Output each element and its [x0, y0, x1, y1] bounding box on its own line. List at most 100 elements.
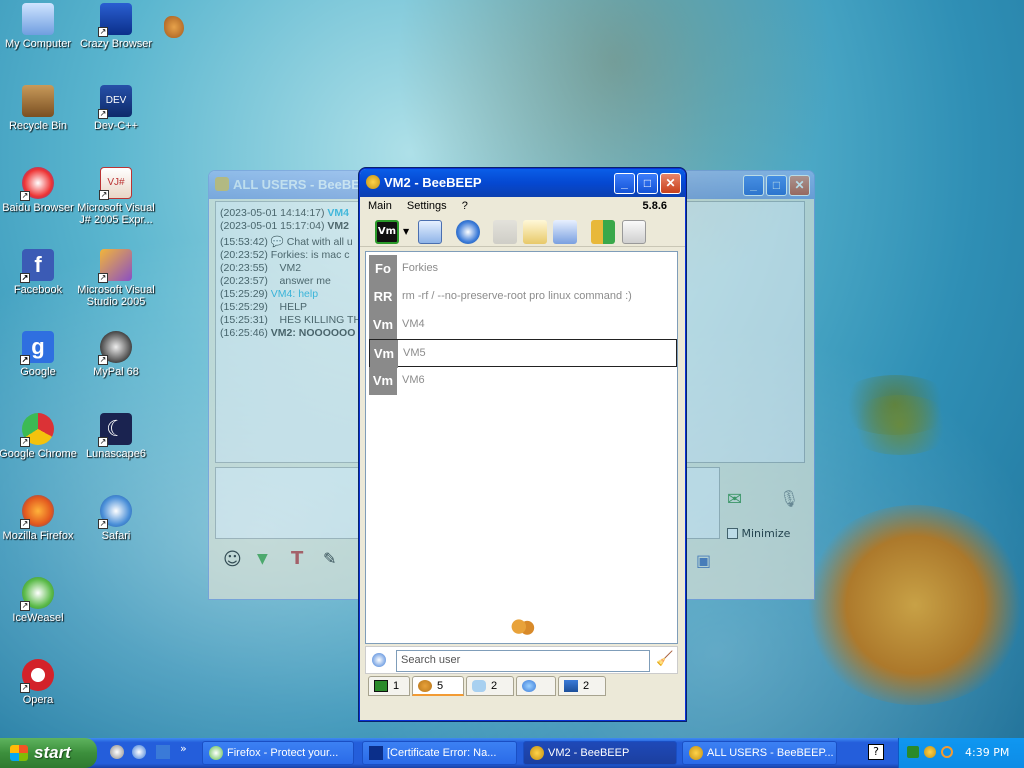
user-name: Forkies [402, 262, 439, 274]
wallpaper-starfish [845, 395, 955, 455]
compose-icon[interactable] [523, 220, 547, 244]
menu-help[interactable]: ? [462, 200, 468, 212]
tray-network-icon[interactable] [907, 746, 919, 758]
avatar: Vm [369, 367, 397, 395]
avatar: Vm [370, 340, 398, 368]
firefox-icon: ↗ [20, 495, 54, 529]
chrome-icon: ↗ [20, 413, 54, 447]
version-label: 5.8.6 [642, 200, 667, 212]
tab-monitor[interactable]: 1 [368, 676, 410, 696]
desktop-icon-google[interactable]: g ↗ Google [0, 331, 78, 378]
task-all-users-beebeep[interactable]: ALL USERS - BeeBEEP... [682, 741, 837, 765]
search-input[interactable]: Search user [396, 650, 650, 672]
download-icon[interactable]: ▼ [257, 551, 268, 567]
user-name: VM6 [402, 374, 425, 386]
share-icon [564, 680, 578, 692]
beebeep-icon [689, 746, 703, 760]
quicklaunch-icon[interactable] [110, 745, 124, 759]
monitor-icon [374, 680, 388, 692]
desktop-icon-google-chrome[interactable]: ↗ Google Chrome [0, 413, 78, 460]
clock: 4:39 PM [965, 746, 1010, 759]
tab-groups[interactable] [516, 676, 556, 696]
desktop-icon-baidu-browser[interactable]: ↗ Baidu Browser [0, 167, 78, 214]
task-certificate-error[interactable]: [Certificate Error: Na... [362, 741, 517, 765]
facebook-icon: f ↗ [20, 249, 54, 283]
user-row[interactable]: Vm VM6 [369, 367, 677, 395]
update-icon[interactable] [591, 220, 615, 244]
tab-chats[interactable]: 2 [466, 676, 514, 696]
text-format-icon[interactable]: T [291, 548, 303, 569]
vm2-window[interactable]: VM2 - BeeBEEP _ □ ✕ Main Settings ? 5.8.… [359, 168, 686, 721]
iceweasel-icon: ↗ [20, 577, 54, 611]
star-icon [369, 746, 383, 760]
close-button[interactable]: ✕ [660, 173, 681, 194]
users-icon [418, 680, 432, 692]
expand-quicklaunch-icon[interactable]: » [180, 742, 187, 755]
user-list: Fo Forkies RR rm -rf / --no-preserve-roo… [365, 251, 678, 644]
minimize-checkbox[interactable] [727, 528, 738, 539]
desktop-icon-recycle-bin[interactable]: Recycle Bin [0, 85, 78, 132]
computer-icon [22, 3, 54, 35]
user-row[interactable]: Vm VM4 [369, 311, 677, 339]
desktop-icon-mypal[interactable]: ↗ MyPal 68 [76, 331, 156, 378]
beebeep-icon [215, 177, 229, 191]
help-icon[interactable]: ? [868, 744, 884, 760]
user-row[interactable]: Vm VM5 [369, 339, 677, 368]
desktop-icon-visual-jsharp[interactable]: VJ# ↗ Microsoft Visual J# 2005 Expr... [76, 167, 156, 226]
desktop-icon-my-computer[interactable]: My Computer [0, 3, 78, 50]
avatar: Vm [369, 311, 397, 339]
desktop-icon-firefox[interactable]: ↗ Mozilla Firefox [0, 495, 78, 542]
task-vm2-beebeep[interactable]: VM2 - BeeBEEP [523, 741, 677, 765]
desktop-icon-dev-cpp[interactable]: DEV ↗ Dev-C++ [76, 85, 156, 132]
minimize-button[interactable]: _ [614, 173, 635, 194]
clear-search-icon[interactable]: 🧹 [656, 651, 673, 667]
menu-settings[interactable]: Settings [407, 200, 447, 212]
start-button[interactable]: start [0, 738, 97, 768]
microphone-icon[interactable]: 🎙 [779, 489, 799, 513]
user-row[interactable]: Fo Forkies [369, 255, 677, 283]
recycle-bin-icon [22, 85, 54, 117]
color-picker-icon[interactable]: ✎ [323, 549, 336, 568]
users-icon [509, 617, 537, 641]
desktop-icon-safari[interactable]: ↗ Safari [76, 495, 156, 542]
desktop-icon-opera[interactable]: ↗ Opera [0, 659, 78, 706]
quicklaunch-icon[interactable] [132, 745, 146, 759]
menu-main[interactable]: Main [368, 200, 392, 212]
tray-beebeep-icon[interactable] [924, 746, 936, 758]
search-settings-icon[interactable] [372, 653, 386, 667]
search-bar: Search user 🧹 [365, 646, 678, 674]
minimize-option[interactable]: Minimize [727, 527, 790, 540]
send-mail-icon[interactable]: ✉ [727, 489, 757, 513]
trash-icon[interactable] [622, 220, 646, 244]
desktop-icon-visual-studio[interactable]: ↗ Microsoft Visual Studio 2005 [76, 249, 156, 308]
desktop-icon-lunascape[interactable]: ☾ ↗ Lunascape6 [76, 413, 156, 460]
minimize-button[interactable]: _ [743, 175, 764, 196]
baidu-browser-icon: ↗ [20, 167, 54, 201]
status-badge[interactable]: Vm [375, 220, 399, 244]
tray-search-icon[interactable] [941, 746, 953, 758]
tools-icon[interactable] [553, 220, 577, 244]
save-icon[interactable]: ▣ [696, 551, 711, 570]
edit-profile-icon[interactable] [418, 220, 442, 244]
user-row[interactable]: RR rm -rf / --no-preserve-root pro linux… [369, 283, 677, 311]
emoji-icon[interactable]: ☺ [223, 549, 242, 570]
quicklaunch-icon[interactable] [156, 745, 170, 759]
avatar: RR [369, 283, 397, 311]
network-icon[interactable] [456, 220, 480, 244]
visual-jsharp-icon: VJ# ↗ [99, 167, 132, 200]
desktop-icon-iceweasel[interactable]: ↗ IceWeasel [0, 577, 78, 624]
vm2-titlebar[interactable]: VM2 - BeeBEEP _ □ ✕ [360, 169, 685, 197]
maximize-button[interactable]: □ [766, 175, 787, 196]
desktop-icon-crazy-browser[interactable]: ↗ Crazy Browser [76, 3, 156, 50]
folder-icon[interactable] [493, 220, 517, 244]
user-name: rm -rf / --no-preserve-root pro linux co… [402, 290, 632, 302]
shell-icon[interactable] [164, 16, 184, 38]
maximize-button[interactable]: □ [637, 173, 658, 194]
desktop-icon-facebook[interactable]: f ↗ Facebook [0, 249, 78, 296]
tab-users[interactable]: 5 [412, 676, 464, 696]
system-tray: 4:39 PM [898, 738, 1024, 768]
tab-shares[interactable]: 2 [558, 676, 606, 696]
close-button[interactable]: ✕ [789, 175, 810, 196]
task-firefox[interactable]: Firefox - Protect your... [202, 741, 354, 765]
chevron-down-icon[interactable]: ▼ [403, 227, 409, 236]
